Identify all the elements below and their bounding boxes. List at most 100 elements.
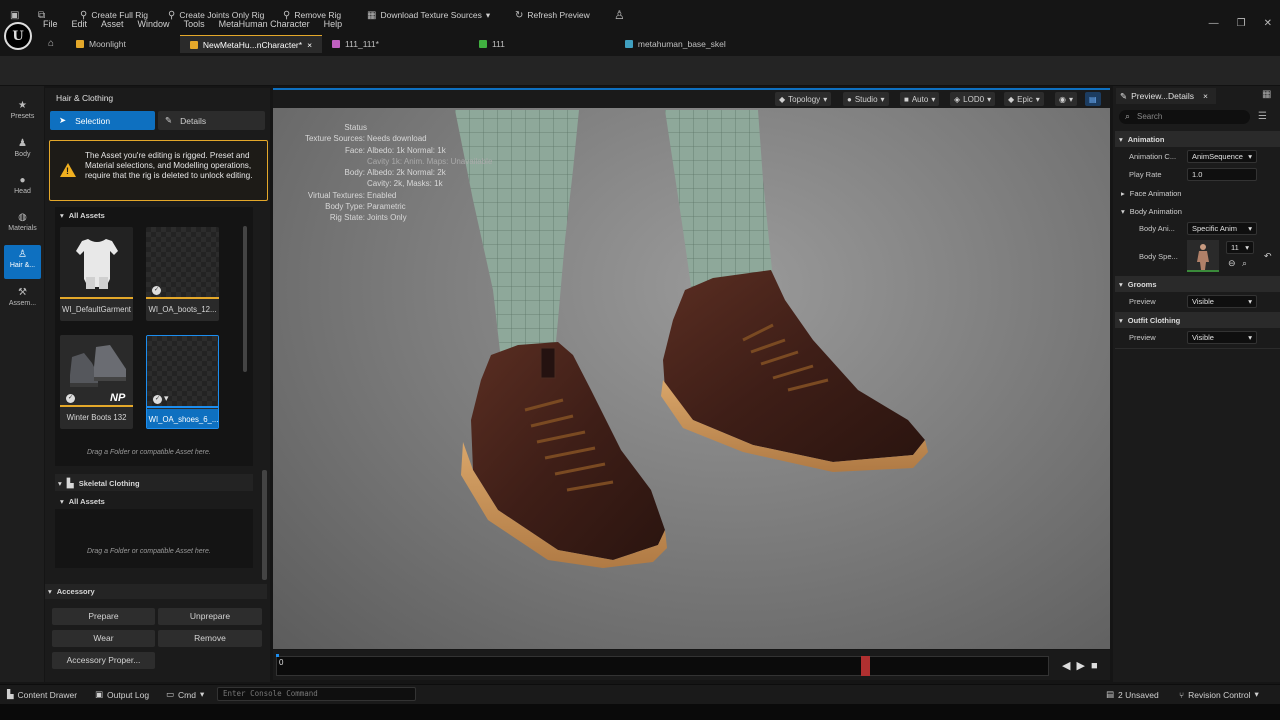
skeletal-clothing-header[interactable]: ▾ ▙ Skeletal Clothing	[58, 478, 140, 489]
browse-asset-icon[interactable]: ⌕	[1242, 258, 1247, 269]
refresh-preview-button[interactable]: ↻ Refresh Preview	[515, 7, 590, 23]
body-spec-dropdown[interactable]: 11 ▾	[1226, 241, 1254, 254]
skeleton-icon	[624, 40, 633, 48]
rail-hair-clothing[interactable]: ♙ Hair &...	[4, 245, 41, 279]
face-animation-category[interactable]: ▸ Face Animation	[1115, 185, 1280, 201]
reset-icon[interactable]: ↶	[1264, 251, 1272, 262]
tab-newmetahuman-character[interactable]: NewMetaHu...nCharacter* ×	[179, 35, 323, 53]
tab-111[interactable]: 111	[469, 35, 515, 53]
chevron-down-icon: ▾	[48, 587, 52, 596]
tab-close-icon[interactable]: ×	[1203, 91, 1208, 101]
save-icon[interactable]: ▣	[10, 7, 19, 23]
tab-metahuman-base-skel[interactable]: metahuman_base_skel	[615, 35, 736, 53]
home-icon[interactable]: ⌂	[48, 38, 54, 49]
warning-icon	[60, 163, 76, 177]
asset-tile-winter-boots[interactable]: ✓ NP Winter Boots 132	[60, 335, 133, 429]
unreal-logo[interactable]: U	[4, 22, 32, 50]
remove-button[interactable]: Remove	[158, 630, 262, 647]
grooms-category[interactable]: ▾ Grooms	[1115, 276, 1280, 292]
download-texture-sources-button[interactable]: ▦ Download Texture Sources ▾	[367, 7, 490, 23]
options-icon[interactable]: ☰	[1258, 111, 1267, 122]
rail-head[interactable]: ● Head	[4, 171, 41, 205]
minimize-icon[interactable]: —	[1209, 18, 1219, 29]
browse-icon[interactable]: ⧉	[38, 7, 45, 23]
quality-button[interactable]: ◆ Epic ▾	[1004, 92, 1044, 106]
content-drawer-button[interactable]: ▙ Content Drawer	[7, 689, 77, 700]
user-icon[interactable]: ♙	[614, 7, 625, 23]
remove-rig-button[interactable]: ⚲ Remove Rig	[283, 7, 341, 23]
wear-button[interactable]: Wear	[52, 630, 155, 647]
chevron-down-icon: ▾	[199, 689, 205, 699]
status-title: Status	[344, 123, 367, 132]
animation-class-dropdown[interactable]: AnimSequence ▾	[1187, 150, 1257, 163]
play-reverse-icon[interactable]: ◀	[1062, 659, 1070, 672]
stop-icon[interactable]: ■	[1091, 660, 1098, 672]
clothing-icon: ▙	[66, 478, 74, 488]
details-search-input[interactable]: Search	[1119, 110, 1250, 124]
studio-button[interactable]: ● Studio ▾	[843, 92, 889, 106]
output-log-button[interactable]: ▣ Output Log	[95, 689, 149, 700]
visibility-button[interactable]: ◉ ▾	[1055, 92, 1077, 106]
all-assets-header[interactable]: ▾ All Assets	[60, 211, 105, 220]
hammer-icon: ⚒	[18, 287, 27, 298]
auto-button[interactable]: ■ Auto ▾	[900, 92, 940, 106]
outfit-clothing-category[interactable]: ▾ Outfit Clothing	[1115, 312, 1280, 328]
log-icon: ▣	[95, 689, 104, 699]
playback-controls: ◀ ▶ ■	[1062, 659, 1098, 673]
selection-tab[interactable]: ➤ Selection	[50, 111, 155, 130]
play-icon[interactable]: ▶	[1076, 659, 1084, 672]
revision-control-button[interactable]: ⑂ Revision Control ▾	[1179, 689, 1259, 700]
panel-scrollbar[interactable]	[262, 470, 267, 580]
asset-tile-default-garment[interactable]: WI_DefaultGarment	[60, 227, 133, 321]
assets-scrollbar[interactable]	[243, 226, 247, 372]
use-selected-icon[interactable]: ⊖	[1228, 258, 1236, 269]
asset-tile-oa-shoes[interactable]: ✓ ▾ WI_OA_shoes_6_...	[146, 335, 219, 429]
tab-close-icon[interactable]: ×	[307, 40, 312, 50]
branch-icon: ⑂	[1179, 689, 1185, 700]
rail-assembly[interactable]: ⚒ Assem...	[4, 283, 41, 317]
cmd-dropdown[interactable]: ▭ Cmd ▾	[166, 689, 204, 700]
accessory-header[interactable]: ▾ Accessory	[48, 587, 95, 596]
unsaved-button[interactable]: ▤ 2 Unsaved	[1106, 689, 1159, 700]
timeline-playhead[interactable]	[861, 656, 870, 676]
body-animation-dropdown[interactable]: Specific Anim ▾	[1187, 222, 1257, 235]
layout-button[interactable]: ▤	[1085, 92, 1101, 106]
close-icon[interactable]: ✕	[1264, 18, 1272, 29]
tab-111-111[interactable]: 111_111*	[322, 35, 389, 53]
rail-body[interactable]: ♟ Body	[4, 134, 41, 168]
topology-button[interactable]: ◆ Topology ▾	[775, 92, 832, 106]
refresh-icon: ↻	[515, 9, 524, 21]
asset-tile-oa-boots[interactable]: ✓ WI_OA_boots_12...	[146, 227, 219, 321]
skeletal-all-assets-header[interactable]: ▾ All Assets	[60, 497, 105, 506]
chevron-down-icon: ▾	[60, 211, 64, 220]
prepare-button[interactable]: Prepare	[52, 608, 155, 625]
chevron-down-icon: ▾	[1248, 297, 1252, 306]
lod-button[interactable]: ◈ LOD0 ▾	[950, 92, 996, 106]
timeline-track[interactable]	[276, 656, 1049, 676]
chevron-down-icon: ▾	[1119, 315, 1123, 325]
play-rate-input[interactable]: 1.0	[1187, 168, 1257, 181]
skeleton-icon	[332, 40, 341, 48]
preview-details-tab[interactable]: ✎ Preview...Details ×	[1116, 88, 1216, 104]
body-anim-thumbnail[interactable]	[1187, 240, 1219, 272]
outfit-preview-dropdown[interactable]: Visible ▾	[1187, 331, 1257, 344]
rail-materials[interactable]: ◍ Materials	[4, 208, 41, 242]
head-icon: ●	[19, 175, 26, 186]
grooms-preview-dropdown[interactable]: Visible ▾	[1187, 295, 1257, 308]
restore-icon[interactable]: ❐	[1237, 18, 1246, 29]
checker-icon: ▦	[367, 9, 377, 21]
accessory-properties-button[interactable]: Accessory Proper...	[52, 652, 155, 669]
grid-view-icon[interactable]: ▦	[1262, 89, 1271, 100]
create-joints-only-rig-button[interactable]: ⚲ Create Joints Only Rig	[168, 7, 264, 23]
details-tab[interactable]: ✎ Details	[158, 111, 265, 130]
chevron-down-icon: ▾	[987, 94, 992, 104]
body-icon: ♟	[18, 138, 27, 149]
create-full-rig-button[interactable]: ⚲ Create Full Rig	[80, 7, 148, 23]
tab-moonlight[interactable]: Moonlight	[66, 35, 136, 53]
unprepare-button[interactable]: Unprepare	[158, 608, 262, 625]
animation-category[interactable]: ▾ Animation	[1115, 131, 1280, 147]
console-input[interactable]: Enter Console Command	[217, 687, 416, 701]
remove-rig-icon: ⚲	[283, 9, 291, 21]
rail-presets[interactable]: ★ Presets	[4, 96, 41, 130]
body-animation-category[interactable]: ▾ Body Animation	[1115, 203, 1280, 219]
